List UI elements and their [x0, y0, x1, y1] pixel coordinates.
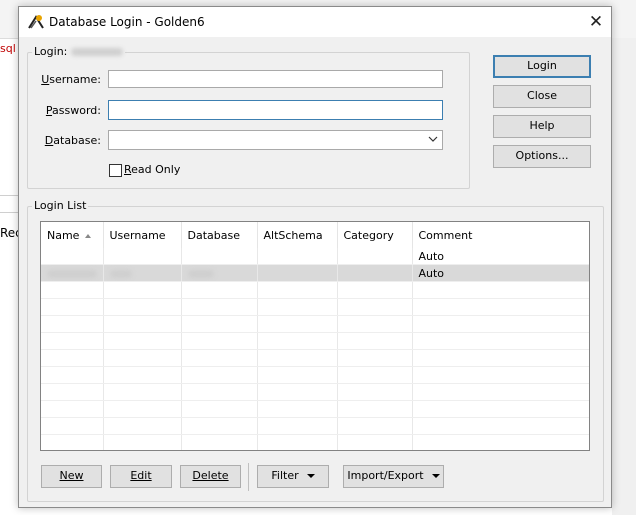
- cell-database: [181, 264, 258, 282]
- title-bar[interactable]: Database Login - Golden6 ✕: [19, 7, 611, 37]
- table-row-empty: [41, 315, 589, 333]
- password-input[interactable]: [108, 100, 443, 120]
- cell-comment: Auto: [412, 248, 589, 265]
- password-label: Password:: [37, 104, 101, 117]
- button-separator: [248, 463, 249, 491]
- import-export-dropdown-button[interactable]: Import/Export: [343, 465, 444, 488]
- delete-button-label: Delete: [192, 469, 229, 482]
- table-row[interactable]: Auto: [41, 248, 589, 265]
- chevron-down-icon[interactable]: [428, 134, 438, 144]
- password-label-text: Password:: [45, 104, 101, 117]
- column-header-database[interactable]: Database: [181, 222, 258, 248]
- table-row-empty: [41, 349, 589, 367]
- table-row-empty: [41, 400, 589, 418]
- username-label: Username:: [37, 73, 101, 86]
- column-header-comment[interactable]: Comment: [412, 222, 589, 248]
- column-header-category[interactable]: Category: [337, 222, 413, 248]
- dropdown-arrow-icon: [306, 474, 315, 478]
- login-button[interactable]: Login: [493, 55, 591, 78]
- redacted-text: [109, 269, 132, 278]
- cell-category: [337, 248, 413, 265]
- database-login-dialog: Database Login - Golden6 ✕ Login: Userna…: [18, 6, 612, 508]
- delete-button[interactable]: Delete: [180, 465, 241, 488]
- cell-username: [103, 248, 182, 265]
- background-sql-tab: sql: [0, 42, 16, 55]
- close-button[interactable]: Close: [493, 85, 591, 108]
- sort-ascending-icon: [85, 233, 92, 238]
- cell-comment: Auto: [412, 264, 589, 282]
- login-list-legend: Login List: [32, 199, 89, 212]
- redacted-text: [47, 269, 97, 278]
- login-group-legend: Login:: [32, 45, 125, 58]
- table-row-empty: [41, 366, 589, 384]
- column-header-username[interactable]: Username: [103, 222, 182, 248]
- cell-altschema: [257, 264, 338, 282]
- background-strip: [612, 38, 636, 515]
- dropdown-arrow-icon: [431, 474, 440, 478]
- table-row-empty: [41, 281, 589, 299]
- table-row-empty: [41, 298, 589, 316]
- database-select[interactable]: [108, 130, 443, 150]
- table-row-selected[interactable]: Auto: [41, 264, 589, 282]
- read-only-checkbox[interactable]: [109, 164, 122, 177]
- options-button[interactable]: Options...: [493, 145, 591, 168]
- login-legend-text: Login:: [34, 45, 68, 58]
- read-only-label[interactable]: Read Only: [124, 163, 180, 176]
- window-title: Database Login - Golden6: [49, 15, 205, 29]
- import-export-button-label: Import/Export: [347, 469, 424, 482]
- redacted-text: [70, 48, 123, 56]
- new-button-label: New: [59, 469, 84, 482]
- table-row-empty: [41, 383, 589, 401]
- cell-name: [41, 264, 104, 282]
- username-input[interactable]: [108, 70, 443, 88]
- edit-button[interactable]: Edit: [110, 465, 172, 488]
- column-header-name[interactable]: Name: [41, 222, 104, 248]
- login-list-table[interactable]: Name Username Database AltSchema Categor…: [40, 221, 590, 451]
- database-label-text: Database:: [44, 134, 101, 147]
- close-window-button[interactable]: ✕: [585, 11, 607, 33]
- new-button[interactable]: New: [41, 465, 102, 488]
- cell-category: [337, 264, 413, 282]
- edit-button-label: Edit: [130, 469, 152, 482]
- table-row-empty: [41, 332, 589, 350]
- cell-username: [103, 264, 182, 282]
- cell-name: [41, 248, 104, 265]
- app-icon: [28, 15, 44, 29]
- table-row-empty: [41, 417, 589, 435]
- table-header-row: Name Username Database AltSchema Categor…: [41, 222, 589, 248]
- username-label-text: Username:: [41, 73, 101, 86]
- filter-button-label: Filter: [271, 469, 299, 482]
- table-row-empty: [41, 434, 589, 450]
- cell-altschema: [257, 248, 338, 265]
- column-header-name-text: Name: [47, 228, 80, 242]
- redacted-text: [187, 269, 214, 278]
- column-header-altschema[interactable]: AltSchema: [257, 222, 338, 248]
- database-label: Database:: [37, 134, 101, 147]
- filter-dropdown-button[interactable]: Filter: [257, 465, 329, 488]
- help-button[interactable]: Help: [493, 115, 591, 138]
- cell-database: [181, 248, 258, 265]
